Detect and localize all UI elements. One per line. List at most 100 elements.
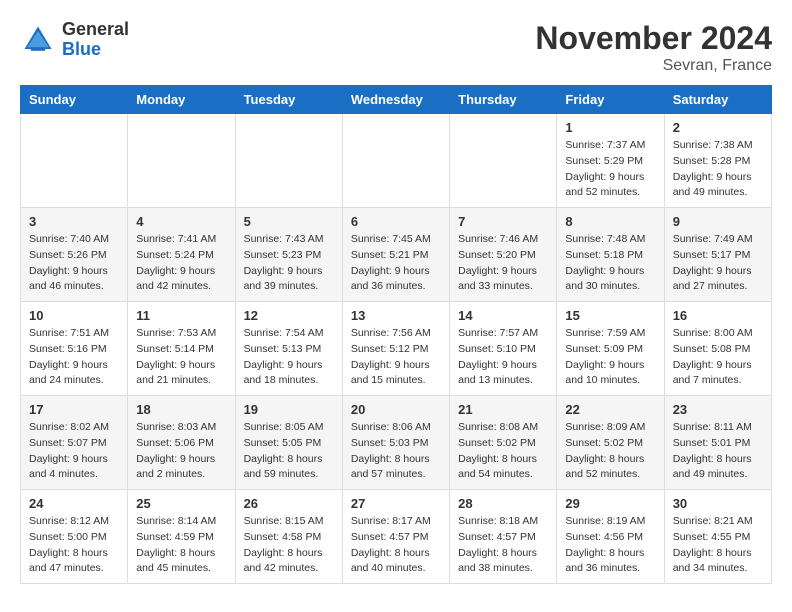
page-header: General Blue November 2024 Sevran, Franc… [20,20,772,75]
day-info: Sunrise: 8:12 AM Sunset: 5:00 PM Dayligh… [29,514,119,577]
day-info: Sunrise: 7:41 AM Sunset: 5:24 PM Dayligh… [136,232,226,295]
weekday-header: Monday [128,86,235,114]
day-info: Sunrise: 8:03 AM Sunset: 5:06 PM Dayligh… [136,420,226,483]
calendar-day: 5 Sunrise: 7:43 AM Sunset: 5:23 PM Dayli… [235,208,342,302]
calendar-week: 1 Sunrise: 7:37 AM Sunset: 5:29 PM Dayli… [21,114,772,208]
calendar-day: 10 Sunrise: 7:51 AM Sunset: 5:16 PM Dayl… [21,302,128,396]
logo-blue: Blue [62,39,101,59]
calendar-day: 7 Sunrise: 7:46 AM Sunset: 5:20 PM Dayli… [450,208,557,302]
day-info: Sunrise: 8:09 AM Sunset: 5:02 PM Dayligh… [565,420,655,483]
day-info: Sunrise: 7:57 AM Sunset: 5:10 PM Dayligh… [458,326,548,389]
day-number: 26 [244,496,334,511]
calendar-table: SundayMondayTuesdayWednesdayThursdayFrid… [20,85,772,584]
day-number: 5 [244,214,334,229]
calendar-day: 23 Sunrise: 8:11 AM Sunset: 5:01 PM Dayl… [664,396,771,490]
day-info: Sunrise: 8:19 AM Sunset: 4:56 PM Dayligh… [565,514,655,577]
calendar-day: 30 Sunrise: 8:21 AM Sunset: 4:55 PM Dayl… [664,490,771,584]
day-info: Sunrise: 7:51 AM Sunset: 5:16 PM Dayligh… [29,326,119,389]
day-number: 18 [136,402,226,417]
day-info: Sunrise: 8:17 AM Sunset: 4:57 PM Dayligh… [351,514,441,577]
calendar-day: 1 Sunrise: 7:37 AM Sunset: 5:29 PM Dayli… [557,114,664,208]
day-info: Sunrise: 8:18 AM Sunset: 4:57 PM Dayligh… [458,514,548,577]
day-info: Sunrise: 7:59 AM Sunset: 5:09 PM Dayligh… [565,326,655,389]
weekday-header: Sunday [21,86,128,114]
day-number: 4 [136,214,226,229]
calendar-week: 10 Sunrise: 7:51 AM Sunset: 5:16 PM Dayl… [21,302,772,396]
month-year: November 2024 [535,20,772,57]
calendar-day [450,114,557,208]
day-number: 23 [673,402,763,417]
calendar-day: 15 Sunrise: 7:59 AM Sunset: 5:09 PM Dayl… [557,302,664,396]
day-number: 16 [673,308,763,323]
day-info: Sunrise: 8:00 AM Sunset: 5:08 PM Dayligh… [673,326,763,389]
calendar-day: 13 Sunrise: 7:56 AM Sunset: 5:12 PM Dayl… [342,302,449,396]
calendar-day [128,114,235,208]
day-info: Sunrise: 7:40 AM Sunset: 5:26 PM Dayligh… [29,232,119,295]
day-info: Sunrise: 7:45 AM Sunset: 5:21 PM Dayligh… [351,232,441,295]
day-number: 11 [136,308,226,323]
day-number: 15 [565,308,655,323]
logo-icon [20,22,56,58]
calendar-day [342,114,449,208]
calendar-day: 9 Sunrise: 7:49 AM Sunset: 5:17 PM Dayli… [664,208,771,302]
day-number: 28 [458,496,548,511]
day-number: 20 [351,402,441,417]
day-info: Sunrise: 8:08 AM Sunset: 5:02 PM Dayligh… [458,420,548,483]
weekday-header: Thursday [450,86,557,114]
calendar-header: SundayMondayTuesdayWednesdayThursdayFrid… [21,86,772,114]
day-info: Sunrise: 7:56 AM Sunset: 5:12 PM Dayligh… [351,326,441,389]
day-info: Sunrise: 8:05 AM Sunset: 5:05 PM Dayligh… [244,420,334,483]
calendar-day: 18 Sunrise: 8:03 AM Sunset: 5:06 PM Dayl… [128,396,235,490]
calendar-day: 12 Sunrise: 7:54 AM Sunset: 5:13 PM Dayl… [235,302,342,396]
day-number: 8 [565,214,655,229]
day-number: 24 [29,496,119,511]
day-number: 9 [673,214,763,229]
day-number: 1 [565,120,655,135]
calendar-body: 1 Sunrise: 7:37 AM Sunset: 5:29 PM Dayli… [21,114,772,584]
title-block: November 2024 Sevran, France [535,20,772,75]
calendar-day: 14 Sunrise: 7:57 AM Sunset: 5:10 PM Dayl… [450,302,557,396]
weekday-header: Friday [557,86,664,114]
day-number: 19 [244,402,334,417]
day-number: 29 [565,496,655,511]
weekday-header: Tuesday [235,86,342,114]
calendar-day: 11 Sunrise: 7:53 AM Sunset: 5:14 PM Dayl… [128,302,235,396]
weekday-row: SundayMondayTuesdayWednesdayThursdayFrid… [21,86,772,114]
day-number: 17 [29,402,119,417]
location: Sevran, France [535,57,772,75]
day-info: Sunrise: 8:14 AM Sunset: 4:59 PM Dayligh… [136,514,226,577]
day-info: Sunrise: 7:37 AM Sunset: 5:29 PM Dayligh… [565,138,655,201]
day-number: 25 [136,496,226,511]
day-number: 7 [458,214,548,229]
calendar-day: 22 Sunrise: 8:09 AM Sunset: 5:02 PM Dayl… [557,396,664,490]
day-info: Sunrise: 7:38 AM Sunset: 5:28 PM Dayligh… [673,138,763,201]
day-number: 2 [673,120,763,135]
calendar-day: 20 Sunrise: 8:06 AM Sunset: 5:03 PM Dayl… [342,396,449,490]
day-number: 6 [351,214,441,229]
day-info: Sunrise: 8:02 AM Sunset: 5:07 PM Dayligh… [29,420,119,483]
day-info: Sunrise: 7:43 AM Sunset: 5:23 PM Dayligh… [244,232,334,295]
day-number: 30 [673,496,763,511]
day-info: Sunrise: 7:48 AM Sunset: 5:18 PM Dayligh… [565,232,655,295]
day-number: 21 [458,402,548,417]
weekday-header: Wednesday [342,86,449,114]
calendar-week: 24 Sunrise: 8:12 AM Sunset: 5:00 PM Dayl… [21,490,772,584]
day-info: Sunrise: 7:46 AM Sunset: 5:20 PM Dayligh… [458,232,548,295]
calendar-day: 26 Sunrise: 8:15 AM Sunset: 4:58 PM Dayl… [235,490,342,584]
calendar-day [21,114,128,208]
day-number: 14 [458,308,548,323]
calendar-day: 29 Sunrise: 8:19 AM Sunset: 4:56 PM Dayl… [557,490,664,584]
calendar-day: 8 Sunrise: 7:48 AM Sunset: 5:18 PM Dayli… [557,208,664,302]
calendar-day: 25 Sunrise: 8:14 AM Sunset: 4:59 PM Dayl… [128,490,235,584]
day-info: Sunrise: 8:06 AM Sunset: 5:03 PM Dayligh… [351,420,441,483]
weekday-header: Saturday [664,86,771,114]
calendar-day: 16 Sunrise: 8:00 AM Sunset: 5:08 PM Dayl… [664,302,771,396]
calendar-day: 28 Sunrise: 8:18 AM Sunset: 4:57 PM Dayl… [450,490,557,584]
logo-general: General [62,19,129,39]
day-info: Sunrise: 7:53 AM Sunset: 5:14 PM Dayligh… [136,326,226,389]
day-info: Sunrise: 8:21 AM Sunset: 4:55 PM Dayligh… [673,514,763,577]
day-number: 22 [565,402,655,417]
day-number: 12 [244,308,334,323]
calendar-day [235,114,342,208]
day-number: 3 [29,214,119,229]
